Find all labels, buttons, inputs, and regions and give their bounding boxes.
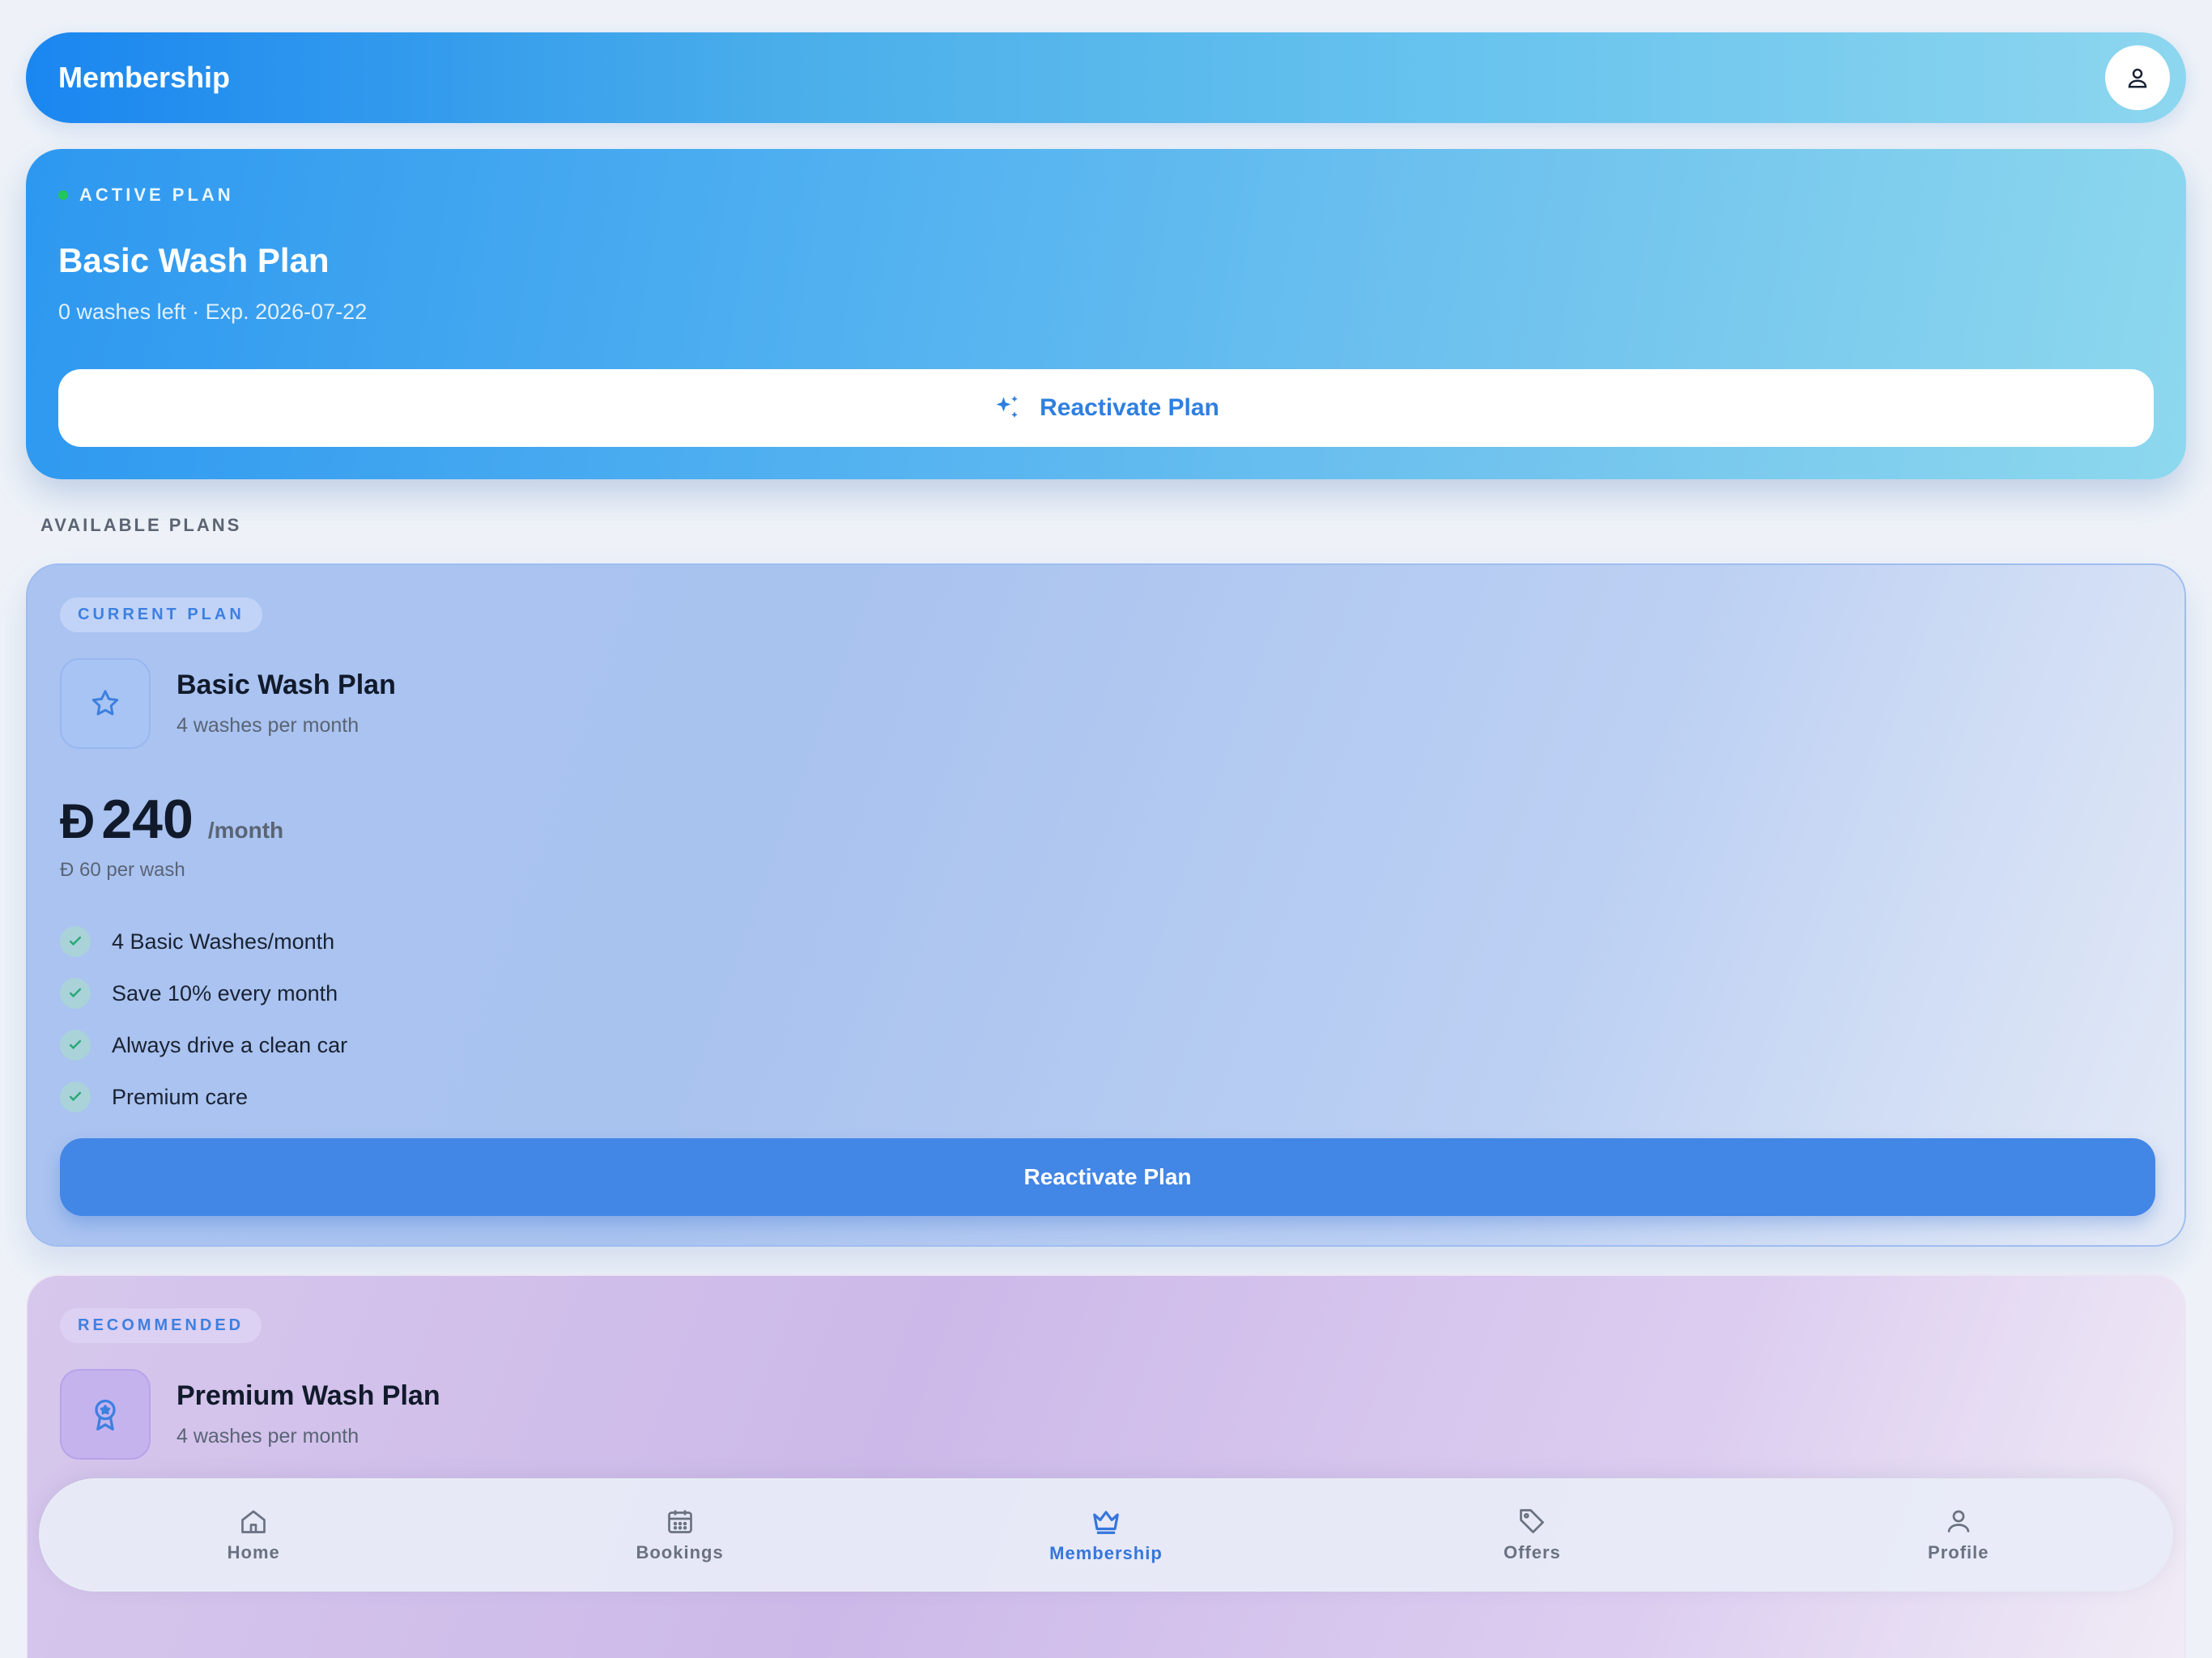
star-icon [91,690,119,716]
section-title: AVAILABLE PLANS [40,515,242,535]
page-title: Membership [58,61,231,94]
feature-item: Save 10% every month [60,967,2152,1019]
reactivate-plan-label: Reactivate Plan [1040,394,1219,421]
feature-text: 4 Basic Washes/month [112,929,335,954]
calendar-icon [667,1510,692,1533]
status-dot [58,190,68,200]
nav-item-profile[interactable]: Profile [1861,1507,2056,1563]
plan-price: 240 [101,789,194,850]
plan-name: Premium Wash Plan [177,1380,440,1411]
active-plan-label-text: ACTIVE PLAN [79,185,234,205]
nav-item-membership[interactable]: Membership [1009,1506,1203,1564]
plan-badge: CURRENT PLAN [60,597,262,632]
active-plan-subtitle: 0 washes left · Exp. 2026-07-22 [58,300,368,324]
tag-icon [1520,1509,1545,1533]
reactivate-plan-button[interactable]: Reactivate Plan [58,369,2154,447]
header-bar: Membership [26,32,2186,123]
user-icon [2128,68,2147,88]
check-icon [60,978,91,1009]
price-period: /month [207,818,284,843]
nav-label: Home [227,1542,280,1562]
currency-symbol: Đ [60,794,96,848]
plan-card-basic: CURRENT PLAN Basic Wash Plan 4 washes pe… [26,563,2186,1247]
plan-card-premium: RECOMMENDED Premium Wash Plan 4 washes p… [26,1274,2186,1658]
feature-item: Premium care [60,1071,2152,1123]
nav-item-bookings[interactable]: Bookings [583,1507,777,1563]
user-icon [1947,1510,1970,1533]
plan-icon-container [60,1369,151,1460]
nav-label: Bookings [636,1542,724,1562]
plan-badge: RECOMMENDED [60,1308,262,1343]
feature-text: Premium care [112,1084,249,1109]
award-icon [95,1399,116,1431]
active-plan-card: ACTIVE PLAN Basic Wash Plan 0 washes lef… [26,149,2186,479]
nav-item-offers[interactable]: Offers [1435,1507,1629,1563]
feature-item: 4 Basic Washes/month [60,916,2152,967]
plan-icon-container [60,658,151,749]
feature-item: Always drive a clean car [60,1019,2152,1071]
sparkles-icon [996,396,1018,418]
plan-name: Basic Wash Plan [177,670,396,700]
plan-subtitle: 4 washes per month [177,714,359,737]
price-per-wash: Đ 60 per wash [60,859,185,881]
nav-label: Profile [1928,1542,1989,1562]
crown-icon [1093,1511,1119,1534]
feature-text: Save 10% every month [112,980,338,1005]
feature-list: 4 Basic Washes/month Save 10% every mont… [60,916,2152,1123]
nav-item-home[interactable]: Home [156,1507,351,1563]
plan-reactivate-button[interactable]: Reactivate Plan [60,1138,2155,1216]
home-icon [241,1510,266,1533]
profile-button[interactable] [2105,45,2170,110]
plan-subtitle: 4 washes per month [177,1425,359,1448]
nav-label: Membership [1049,1543,1163,1563]
bottom-nav: Home Bookings Membership Offers Profile [39,1478,2173,1592]
active-plan-title: Basic Wash Plan [58,241,330,279]
check-icon [60,926,91,957]
nav-label: Offers [1503,1542,1561,1562]
feature-text: Always drive a clean car [112,1032,348,1057]
check-icon [60,1030,91,1061]
check-icon [60,1082,91,1112]
active-plan-label: ACTIVE PLAN [58,185,2154,206]
price-row: Đ 240 /month [60,788,2152,851]
